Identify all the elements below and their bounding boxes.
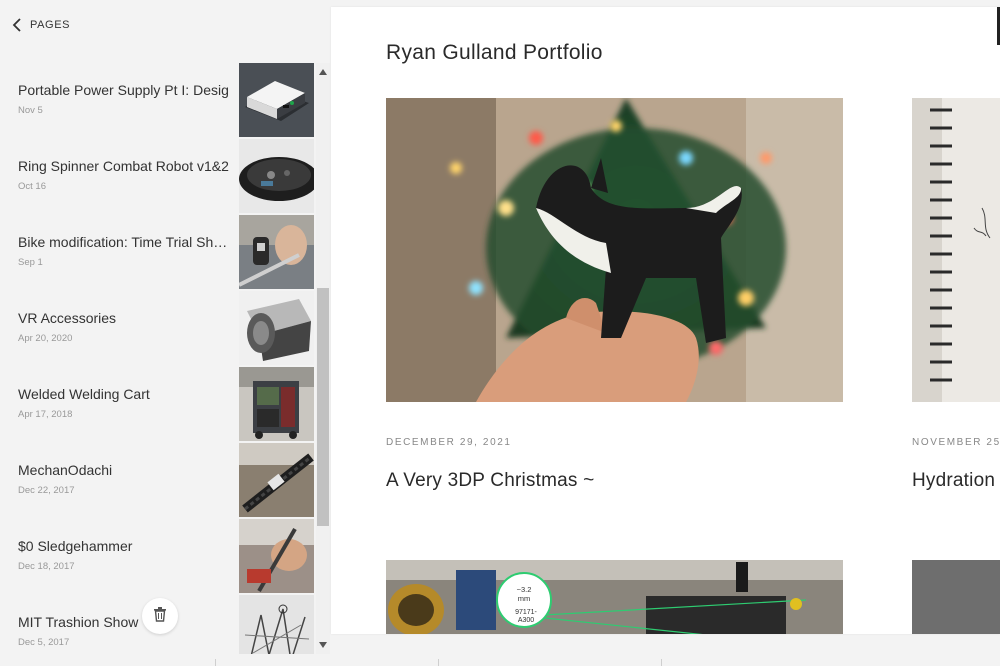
post-title[interactable]: Hydration	[912, 470, 995, 492]
pages-sidebar: PAGES Portable Power Supply Pt I: Desig …	[0, 0, 330, 654]
scrollbar-thumb[interactable]	[317, 288, 329, 526]
page-item-date: Dec 18, 2017	[18, 561, 75, 572]
trash-icon	[153, 606, 167, 627]
annotation-text: mm	[518, 594, 531, 603]
page-thumbnail	[239, 215, 314, 289]
delete-page-button[interactable]	[142, 598, 178, 634]
page-item-title: MIT Trashion Show	[18, 614, 139, 630]
page-thumbnail	[239, 139, 314, 213]
back-to-pages-button[interactable]: PAGES	[12, 15, 70, 35]
page-thumbnail	[239, 63, 314, 137]
page-item-title: Ring Spinner Combat Robot v1&2	[18, 158, 229, 174]
page-item-vr-accessories[interactable]: VR Accessories Apr 20, 2020	[0, 291, 316, 367]
toolbar-divider	[438, 659, 439, 666]
page-item-welded-welding-cart[interactable]: Welded Welding Cart Apr 17, 2018	[0, 367, 316, 443]
scroll-up-arrow-icon[interactable]	[318, 67, 328, 77]
page-item-date: Apr 20, 2020	[18, 333, 73, 344]
page-item-title: MechanOdachi	[18, 462, 113, 478]
scroll-down-arrow-icon[interactable]	[318, 640, 328, 650]
page-item-date: Dec 22, 2017	[18, 485, 75, 496]
annotation-text: 97171-	[515, 609, 537, 616]
page-item-portable-power-supply[interactable]: Portable Power Supply Pt I: Desig Nov 5	[0, 63, 316, 139]
page-item-ring-spinner[interactable]: Ring Spinner Combat Robot v1&2 Oct 16	[0, 139, 316, 215]
toolbar-divider	[661, 659, 662, 666]
page-item-date: Dec 5, 2017	[18, 637, 70, 648]
page-item-title: Welded Welding Cart	[18, 386, 150, 402]
bottom-toolbar-strip	[0, 654, 1000, 666]
post-image-hydration[interactable]	[912, 98, 1000, 402]
sidebar-scrollbar[interactable]	[316, 63, 330, 654]
chevron-left-icon	[12, 15, 28, 35]
annotation-text: ~3.2	[517, 585, 532, 594]
post-image-tools[interactable]: ~3.2 mm 97171- A300	[386, 560, 843, 634]
page-item-date: Apr 17, 2018	[18, 409, 73, 420]
page-thumbnail	[239, 595, 314, 654]
page-item-date: Sep 1	[18, 257, 43, 268]
post-image-secondary[interactable]	[912, 560, 1000, 634]
page-thumbnail	[239, 519, 314, 593]
page-item-title: Portable Power Supply Pt I: Desig	[18, 82, 229, 98]
page-item-title: Bike modification: Time Trial Shifters	[18, 234, 230, 250]
annotation-text: A300	[518, 617, 534, 624]
post-title[interactable]: A Very 3DP Christmas ~	[386, 470, 594, 492]
back-label: PAGES	[30, 19, 71, 31]
page-item-date: Nov 5	[18, 105, 43, 116]
page-list: Portable Power Supply Pt I: Desig Nov 5 …	[0, 63, 316, 654]
page-thumbnail	[239, 291, 314, 365]
post-date: NOVEMBER 25,	[912, 437, 1000, 448]
page-item-mechanodachi[interactable]: MechanOdachi Dec 22, 2017	[0, 443, 316, 519]
post-date: DECEMBER 29, 2021	[386, 437, 512, 448]
post-image-christmas[interactable]	[386, 98, 843, 402]
site-preview: Ryan Gulland Portfolio DECEMBER 29, 2021…	[331, 7, 1000, 634]
page-item-date: Oct 16	[18, 181, 46, 192]
page-thumbnail	[239, 367, 314, 441]
page-item-title: $0 Sledgehammer	[18, 538, 133, 554]
site-title[interactable]: Ryan Gulland Portfolio	[386, 41, 603, 65]
page-item-sledgehammer[interactable]: $0 Sledgehammer Dec 18, 2017	[0, 519, 316, 595]
page-thumbnail	[239, 443, 314, 517]
page-item-title: VR Accessories	[18, 310, 117, 326]
page-item-bike-modification[interactable]: Bike modification: Time Trial Shifters S…	[0, 215, 316, 291]
toolbar-divider	[215, 659, 216, 666]
